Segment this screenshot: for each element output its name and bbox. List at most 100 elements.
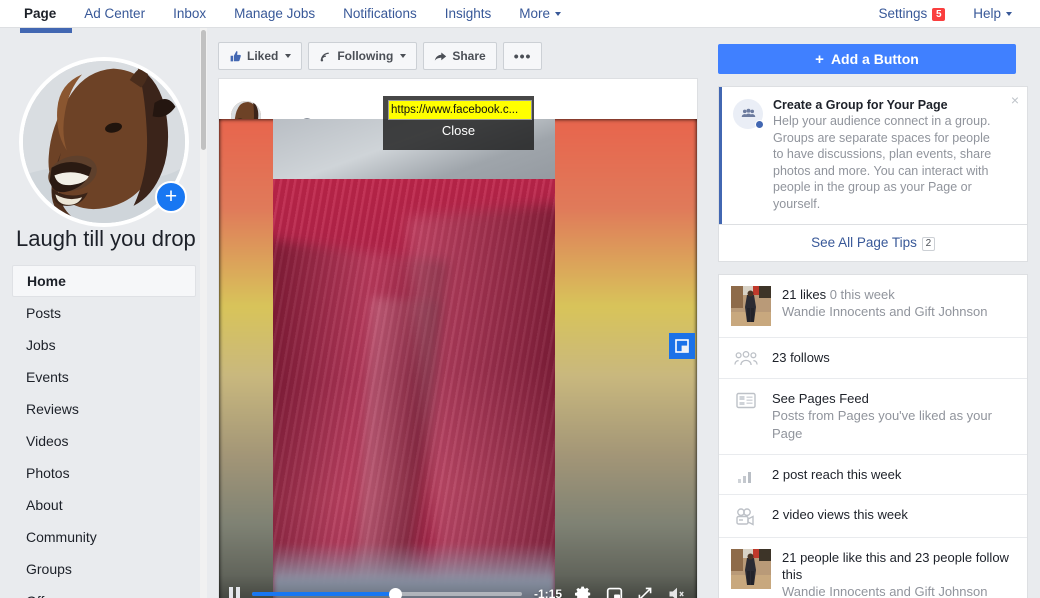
sidebar-item-label: Posts	[26, 305, 62, 321]
share-button[interactable]: Share	[423, 42, 497, 70]
likes-count: 21 likes	[782, 287, 827, 302]
more-options-button[interactable]: •••	[502, 42, 543, 70]
nav-item-insights[interactable]: Insights	[431, 0, 506, 27]
nav-item-settings[interactable]: Settings 5	[864, 0, 959, 27]
video-progress-handle[interactable]	[389, 587, 403, 598]
center-column: Liked Following Share ••• -1:15 https://…	[218, 28, 698, 598]
sidebar-item-label: Photos	[26, 465, 70, 481]
top-navigation-bar: Page Ad Center Inbox Manage Jobs Notific…	[0, 0, 1040, 28]
add-a-button-button[interactable]: + Add a Button	[718, 44, 1016, 74]
share-link-overlay: Close	[383, 96, 534, 150]
top-nav-left-items: Page Ad Center Inbox Manage Jobs Notific…	[0, 0, 575, 27]
thumbs-up-icon	[229, 50, 242, 63]
sidebar-item-reviews[interactable]: Reviews	[12, 393, 196, 425]
sidebar-scrollbar-thumb[interactable]	[201, 30, 206, 150]
video-camera-icon-glyph	[736, 508, 754, 526]
group-icon	[733, 99, 764, 129]
overlay-close-button[interactable]: Close	[383, 123, 534, 138]
sidebar-accent-bar	[20, 28, 72, 33]
picture-in-picture-icon	[606, 587, 623, 598]
sidebar-item-events[interactable]: Events	[12, 361, 196, 393]
fullscreen-button[interactable]	[637, 586, 653, 598]
sidebar-item-groups[interactable]: Groups	[12, 553, 196, 585]
sidebar-item-label: Offers	[26, 593, 64, 598]
left-sidebar: + Laugh till you drop Home Posts Jobs Ev…	[0, 28, 207, 598]
nav-item-more[interactable]: More	[505, 0, 575, 27]
sidebar-item-about[interactable]: About	[12, 489, 196, 521]
stat-row-video-views[interactable]: 2 video views this week	[719, 495, 1027, 538]
sidebar-item-label: Jobs	[26, 337, 56, 353]
likes-follows-summary-text: 21 people like this and 23 people follow…	[782, 550, 1009, 582]
sidebar-item-jobs[interactable]: Jobs	[12, 329, 196, 361]
video-camera-icon	[731, 506, 761, 526]
sidebar-item-home[interactable]: Home	[12, 265, 196, 297]
following-button[interactable]: Following	[308, 42, 418, 70]
follows-count: 23 follows	[772, 350, 830, 365]
nav-label: Insights	[444, 6, 492, 21]
sidebar-item-photos[interactable]: Photos	[12, 457, 196, 489]
video-progress-bar[interactable]	[252, 587, 522, 598]
page-tip-footer: See All Page Tips 2	[719, 224, 1027, 261]
video-player[interactable]: Click for more -1:15	[219, 119, 697, 598]
sidebar-item-label: Community	[26, 529, 97, 545]
stat-row-pages-feed[interactable]: See Pages Feed Posts from Pages you've l…	[719, 379, 1027, 455]
liked-button[interactable]: Liked	[218, 42, 303, 70]
stat-row-follows[interactable]: 23 follows	[719, 338, 1027, 379]
add-profile-photo-button[interactable]: +	[155, 181, 187, 213]
likes-this-week: 0 this week	[829, 287, 895, 302]
video-pip-side-button[interactable]	[669, 333, 695, 359]
sidebar-scrollbar[interactable]	[200, 28, 207, 598]
close-icon[interactable]: ×	[1011, 93, 1019, 107]
nav-item-ad-center[interactable]: Ad Center	[70, 0, 159, 27]
feed-icon	[731, 390, 761, 409]
nav-item-inbox[interactable]: Inbox	[159, 0, 220, 27]
stat-row-likes[interactable]: 21 likes 0 this week Wandie Innocents an…	[719, 275, 1027, 338]
page-action-buttons: Liked Following Share •••	[218, 42, 548, 70]
nav-item-manage-jobs[interactable]: Manage Jobs	[220, 0, 329, 27]
nav-item-notifications[interactable]: Notifications	[329, 0, 431, 27]
pause-button[interactable]	[229, 586, 240, 598]
chevron-down-icon	[555, 12, 562, 17]
plus-icon: +	[815, 50, 824, 68]
likes-names: Wandie Innocents and Gift Johnson	[782, 304, 988, 319]
top-nav-right-items: Settings 5 Help	[864, 0, 1040, 27]
see-all-page-tips-link[interactable]: See All Page Tips 2	[811, 235, 935, 251]
stat-row-likes-follows-summary[interactable]: 21 people like this and 23 people follow…	[719, 538, 1027, 598]
mute-button[interactable]	[667, 585, 687, 598]
stat-text-block: 2 post reach this week	[772, 466, 901, 483]
following-label: Following	[337, 49, 394, 63]
stat-text-block: 21 people like this and 23 people follow…	[782, 549, 1015, 598]
sidebar-item-offers[interactable]: Offers	[12, 585, 196, 598]
sidebar-item-community[interactable]: Community	[12, 521, 196, 553]
post-author-avatar[interactable]	[231, 101, 261, 121]
settings-badge: 5	[932, 8, 946, 21]
share-url-input[interactable]	[388, 100, 532, 120]
sidebar-item-label: Groups	[26, 561, 72, 577]
sidebar-item-videos[interactable]: Videos	[12, 425, 196, 457]
add-a-button-label: Add a Button	[830, 51, 919, 67]
share-arrow-icon	[434, 50, 447, 63]
stat-text-block: See Pages Feed Posts from Pages you've l…	[772, 390, 1015, 443]
page-tip-body: Create a Group for Your Page Help your a…	[773, 87, 1027, 224]
nav-item-help[interactable]: Help	[959, 0, 1026, 27]
nav-item-page[interactable]: Page	[16, 0, 70, 27]
nav-label: Settings	[878, 6, 928, 21]
picture-in-picture-button[interactable]	[606, 586, 623, 598]
likes-follows-names: Wandie Innocents and Gift Johnson	[782, 584, 988, 598]
see-pages-feed-link[interactable]: See Pages Feed	[772, 390, 1015, 407]
settings-gear-button[interactable]	[574, 585, 592, 598]
sidebar-item-label: Reviews	[26, 401, 79, 417]
liked-label: Liked	[247, 49, 279, 63]
stat-text-block: 2 video views this week	[772, 506, 908, 523]
page-tips-count-badge: 2	[921, 237, 935, 251]
sidebar-item-posts[interactable]: Posts	[12, 297, 196, 329]
nav-label: Notifications	[343, 6, 417, 21]
person-photo	[731, 549, 771, 589]
page-avatar-container: +	[19, 57, 189, 227]
stat-row-post-reach[interactable]: 2 post reach this week	[719, 455, 1027, 495]
sidebar-nav: Home Posts Jobs Events Reviews Videos Ph…	[12, 265, 196, 598]
chevron-down-icon	[285, 54, 292, 58]
page-title: Laugh till you drop	[16, 226, 196, 251]
people-icon	[731, 349, 761, 367]
page-tip-card: Create a Group for Your Page Help your a…	[718, 86, 1028, 262]
